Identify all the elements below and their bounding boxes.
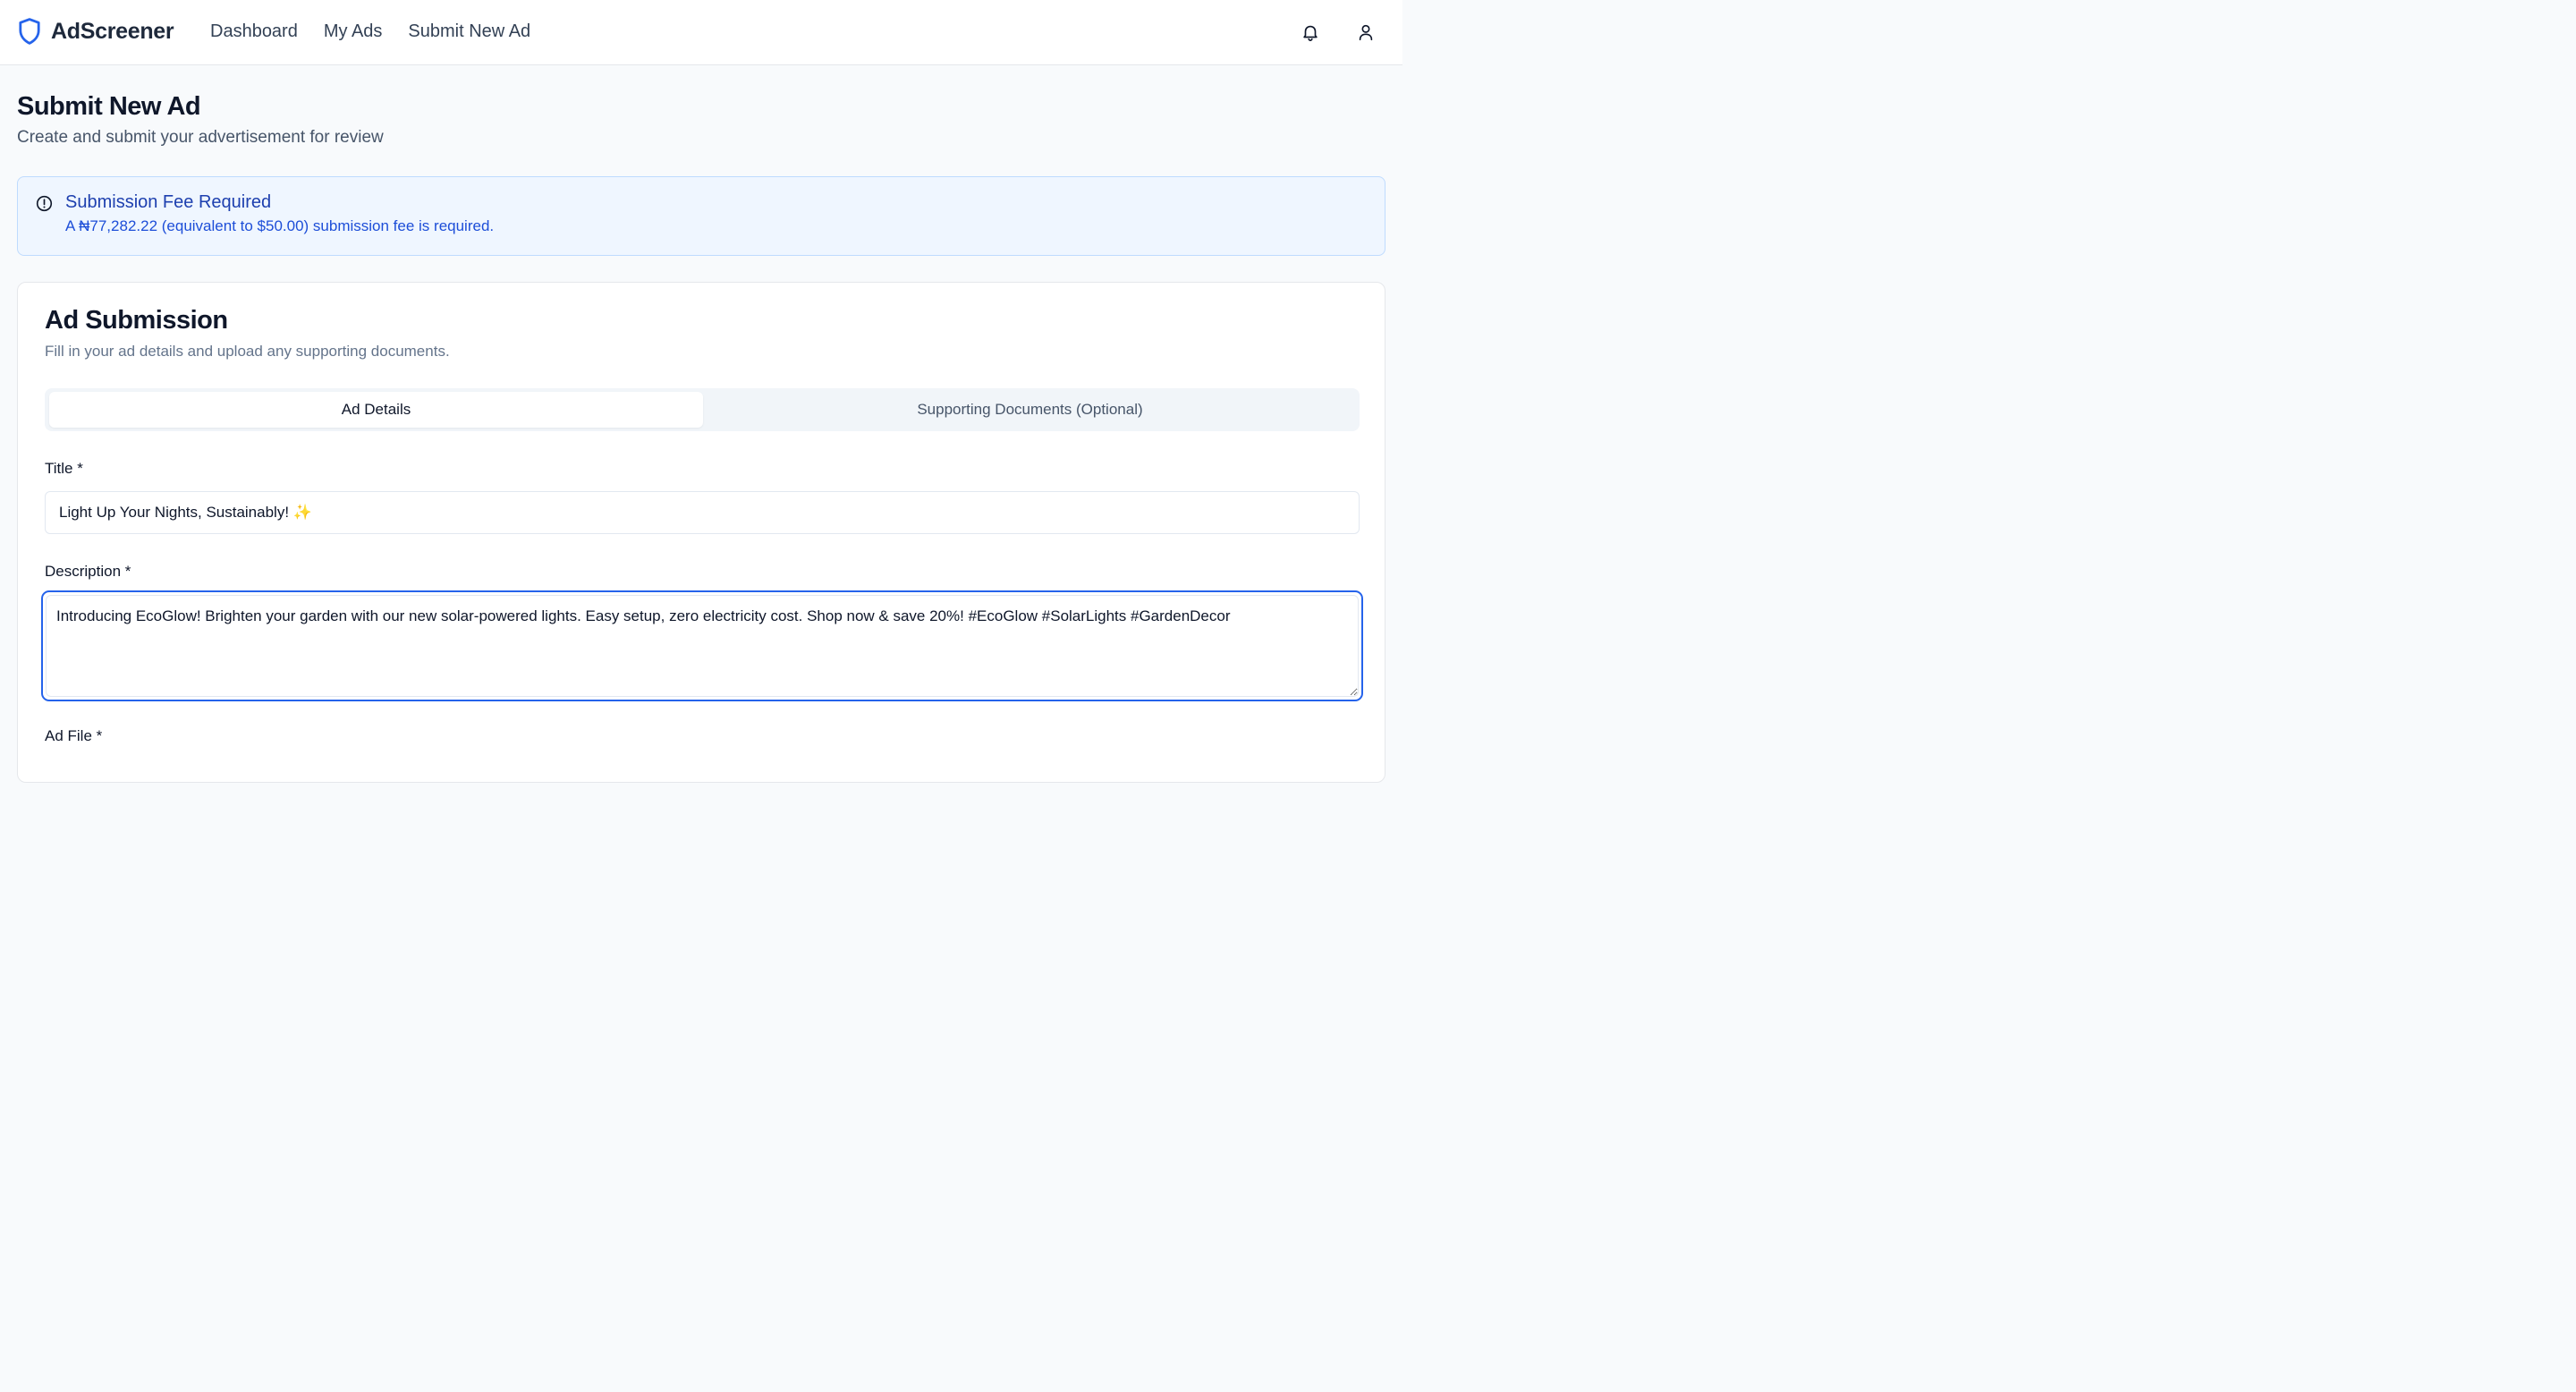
tab-list: Ad Details Supporting Documents (Optiona… — [45, 388, 1360, 431]
title-input[interactable] — [45, 491, 1360, 534]
tab-ad-details[interactable]: Ad Details — [49, 392, 703, 428]
shield-icon — [19, 18, 40, 45]
fee-alert: Submission Fee Required A ₦77,282.22 (eq… — [17, 176, 1385, 256]
nav-link-submit-new-ad[interactable]: Submit New Ad — [408, 21, 530, 42]
ad-submission-card: Ad Submission Fill in your ad details an… — [17, 282, 1385, 783]
main-nav: Dashboard My Ads Submit New Ad — [210, 21, 556, 42]
card-title: Ad Submission — [45, 306, 228, 335]
ad-file-label: Ad File * — [45, 727, 103, 744]
user-icon[interactable] — [1356, 21, 1376, 43]
card-subtitle: Fill in your ad details and upload any s… — [45, 343, 450, 360]
description-focus-ring: Introducing EcoGlow! Brighten your garde… — [41, 590, 1363, 701]
title-label: Title * — [45, 460, 83, 477]
page-subtitle: Create and submit your advertisement for… — [17, 128, 384, 147]
brand-name: AdScreener — [51, 18, 174, 44]
brand[interactable]: AdScreener — [18, 18, 174, 45]
nav-link-dashboard[interactable]: Dashboard — [210, 21, 298, 42]
alert-body: A ₦77,282.22 (equivalent to $50.00) subm… — [65, 217, 495, 234]
page-title: Submit New Ad — [17, 92, 201, 121]
nav-link-my-ads[interactable]: My Ads — [324, 21, 383, 42]
tab-supporting-documents[interactable]: Supporting Documents (Optional) — [703, 392, 1357, 428]
description-textarea[interactable]: Introducing EcoGlow! Brighten your garde… — [46, 595, 1359, 697]
alert-circle-icon — [36, 195, 53, 212]
top-navigation-bar: AdScreener Dashboard My Ads Submit New A… — [0, 0, 1402, 65]
bell-icon[interactable] — [1301, 21, 1320, 43]
alert-title: Submission Fee Required — [65, 192, 272, 212]
description-label: Description * — [45, 563, 131, 580]
